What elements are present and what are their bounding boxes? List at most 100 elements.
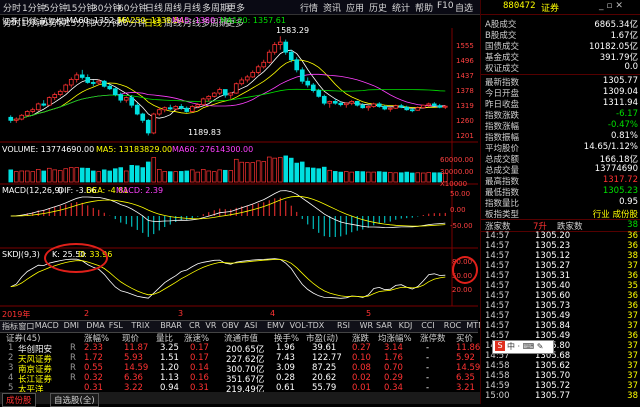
kline-chart-area[interactable]: 证券(日线,前复权) MA60: 1352.56 MA250: 1338.54 … — [0, 16, 478, 358]
candle-body — [415, 107, 421, 111]
tick-vol: 37 — [627, 381, 638, 391]
indicator-tab-15[interactable]: WR — [360, 321, 373, 330]
cell-flag: R — [70, 363, 76, 373]
component-stock-table[interactable]: 证券(45) 涨幅% 现价 量比 涨速% 流通市值 换手% 市盈(动) 涨跌 均… — [0, 332, 480, 395]
rp-index-row: 指数涨跌 -6.17 — [481, 109, 640, 121]
period-tab-week[interactable]: 周线 — [164, 1, 182, 14]
tick-vol: 36 — [627, 291, 638, 301]
indicator-tab-10[interactable]: OBV — [222, 321, 239, 330]
volume-bar — [217, 169, 223, 183]
cell-turn: 0.28 — [276, 373, 295, 383]
volume-bar — [338, 171, 344, 183]
volume-bar — [101, 169, 107, 183]
period-tab-day[interactable]: 日线 — [145, 1, 163, 14]
menu-news[interactable]: 资讯 — [323, 1, 341, 14]
cell-pct: 0.32 — [84, 373, 103, 383]
volume-bar — [387, 172, 393, 183]
kline-svg[interactable] — [0, 28, 478, 320]
tick-price: 1305.60 — [535, 291, 571, 301]
period-tab-5min[interactable]: 5分钟 — [44, 1, 68, 14]
vol-axis-30000: 30000.00 — [440, 168, 474, 176]
volume-bar — [85, 167, 91, 183]
indicator-tab-0[interactable]: 指标 — [2, 321, 18, 332]
ime-indicator[interactable]: S 中 · ⌨ ✎ — [492, 340, 554, 354]
menu-quote[interactable]: 行情 — [300, 1, 318, 14]
volume-bar — [371, 171, 377, 183]
period-tab-multi[interactable]: 多周期 — [202, 1, 229, 14]
period-tab-timeshare[interactable]: 分时 — [3, 1, 21, 14]
indicator-tab-16[interactable]: SAR — [376, 321, 392, 330]
indicator-tab-8[interactable]: CR — [189, 321, 200, 330]
candle-body — [211, 92, 217, 97]
indicator-tab-4[interactable]: DMA — [86, 321, 105, 330]
rp-index-row: 总成交额 166.18亿 — [481, 153, 640, 165]
indicator-tab-13[interactable]: VOL-TDX — [290, 321, 325, 330]
stock-code: 880472 — [503, 1, 536, 11]
ime-icons: 中 · ⌨ ✎ — [507, 342, 544, 351]
macd-axis-50: 50.00 — [450, 190, 471, 198]
candle-body — [431, 103, 437, 107]
menu-f10[interactable]: F10 — [437, 1, 454, 11]
cell-idx: 4 — [8, 373, 14, 383]
period-tab-more[interactable]: 更多 — [227, 1, 245, 14]
volume-bar — [299, 161, 305, 183]
indicator-tab-19[interactable]: ROC — [444, 321, 461, 330]
candle-body — [118, 94, 124, 101]
indicator-tab-2[interactable]: MACD — [35, 321, 59, 330]
tick-vol: 36 — [627, 271, 638, 281]
low-annotation: 1189.83 — [188, 128, 222, 137]
tick-vol: 36 — [627, 301, 638, 311]
vol-axis-unit: X10000 — [440, 180, 468, 188]
tick-vol: 37 — [627, 261, 638, 271]
indicator-tab-12[interactable]: EMV — [267, 321, 284, 330]
menu-apps[interactable]: 应用 — [346, 1, 364, 14]
indicator-tab-14[interactable]: RSI — [337, 321, 350, 330]
ma20-line — [10, 73, 446, 121]
volume-bar — [112, 168, 118, 183]
col-limit[interactable]: 涨停数 — [420, 332, 446, 344]
rp-value: 14.65/1.12% — [583, 142, 638, 152]
period-tab-60min[interactable]: 60分钟 — [118, 1, 147, 14]
window-controls[interactable]: _ ▫ ✕ — [599, 1, 623, 11]
rp-tick-row: 14:57 1305.84 37 — [481, 321, 640, 331]
tick-vol: 36 — [627, 241, 638, 251]
candle-body — [393, 105, 399, 109]
cell-pe: 87.25 — [312, 363, 337, 373]
candle-body — [35, 103, 41, 111]
candle-body — [151, 113, 157, 134]
tab-watchlist[interactable]: 自选股(全) — [50, 393, 99, 407]
indicator-tab-6[interactable]: TRIX — [131, 321, 149, 330]
rp-trade-row: 国债成交 10182.05亿 — [481, 40, 640, 52]
menu-history[interactable]: 历史 — [369, 1, 387, 14]
candle-body — [52, 94, 58, 99]
indicator-tab-9[interactable]: VR — [205, 321, 216, 330]
menu-stats[interactable]: 统计 — [392, 1, 410, 14]
cell-bid: 6.35 — [456, 373, 475, 383]
rp-tick-row: 14:57 1305.49 37 — [481, 311, 640, 321]
tab-components[interactable]: 成份股 — [2, 393, 36, 407]
rp-value: 0.0 — [624, 62, 638, 72]
indicator-tab-1[interactable]: 窗口 — [18, 321, 34, 332]
menu-watchlist[interactable]: 自选 — [455, 1, 473, 14]
period-tab-month[interactable]: 月线 — [183, 1, 201, 14]
price-axis-1378: 1378 — [456, 87, 474, 95]
indicator-tab-17[interactable]: KDJ — [399, 321, 413, 330]
menu-help[interactable]: 帮助 — [415, 1, 433, 14]
indicator-tab-7[interactable]: BRAR — [160, 321, 182, 330]
cell-limit: - — [426, 353, 430, 363]
cell-price: 11.87 — [124, 343, 149, 353]
indicator-tab-3[interactable]: DMI — [64, 321, 79, 330]
indicator-tab-18[interactable]: CCI — [421, 321, 435, 330]
volume-bar — [266, 156, 272, 183]
indicator-tab-5[interactable]: FSL — [109, 321, 123, 330]
candle-body — [272, 44, 278, 53]
rp-value: -6.17 — [616, 109, 638, 119]
candle-body — [129, 97, 135, 106]
volume-bar — [134, 165, 140, 183]
indicator-tab-11[interactable]: ASI — [244, 321, 257, 330]
candle-body — [437, 105, 443, 108]
rp-index-row: 昨日收盘 1311.94 — [481, 98, 640, 110]
period-tab-1min[interactable]: 1分钟 — [22, 1, 46, 14]
candle-body — [371, 103, 377, 107]
candle-body — [398, 105, 404, 108]
